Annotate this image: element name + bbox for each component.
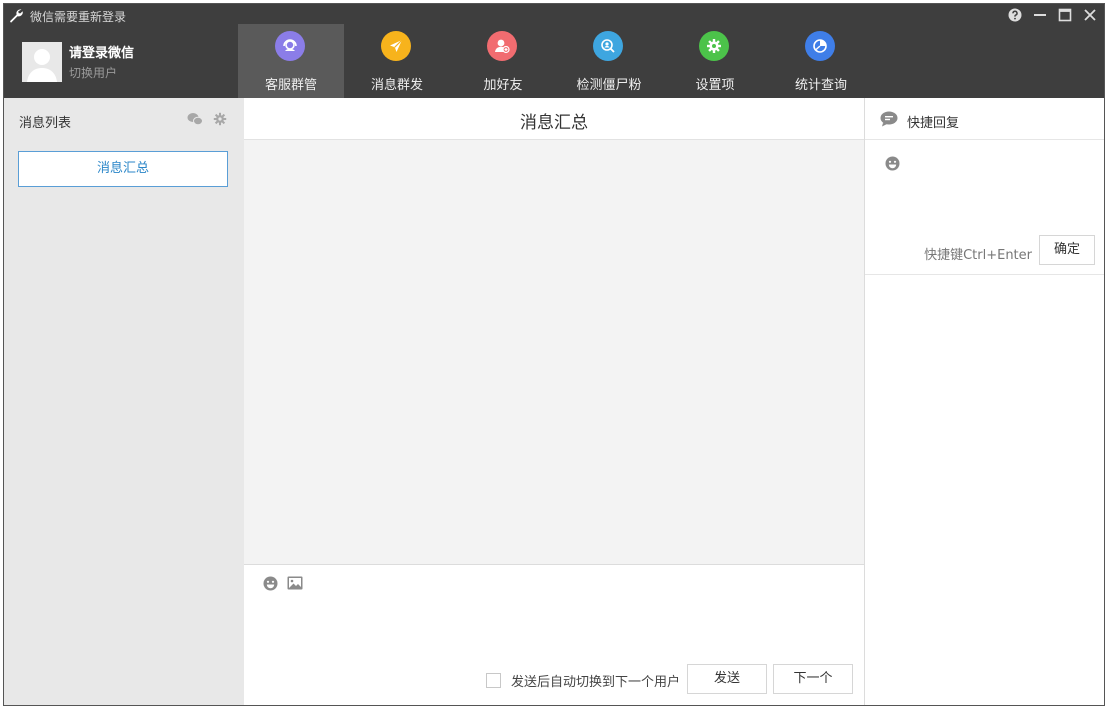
message-history[interactable] bbox=[244, 140, 864, 565]
maximize-icon[interactable] bbox=[1057, 7, 1073, 23]
message-list-title: 消息列表 bbox=[19, 116, 72, 131]
divider bbox=[865, 274, 1104, 275]
default-avatar-icon bbox=[22, 42, 62, 82]
nav-label: 加好友 bbox=[483, 78, 523, 93]
top-bar: 微信需要重新登录 请登录微信 切换用户 客服群管 消息群发 加好友 检测僵尸粉 … bbox=[4, 4, 1104, 98]
quick-reply-title: 快捷回复 bbox=[907, 116, 960, 131]
window-title: 微信需要重新登录 bbox=[30, 10, 127, 24]
nav-label: 统计查询 bbox=[794, 78, 847, 93]
nav-label: 客服群管 bbox=[264, 78, 317, 93]
conversation-header: 消息汇总 bbox=[244, 98, 864, 140]
paper-plane-icon bbox=[381, 31, 411, 61]
app-window: 微信需要重新登录 请登录微信 切换用户 客服群管 消息群发 加好友 检测僵尸粉 … bbox=[3, 3, 1105, 706]
customer-service-icon bbox=[275, 31, 305, 61]
nav-customer-service[interactable]: 客服群管 bbox=[238, 24, 344, 98]
auto-switch-checkbox[interactable] bbox=[486, 673, 501, 688]
conversation-title: 消息汇总 bbox=[520, 113, 588, 133]
switch-user-link[interactable]: 切换用户 bbox=[69, 64, 117, 81]
image-icon[interactable] bbox=[287, 575, 303, 591]
message-summary-button[interactable]: 消息汇总 bbox=[18, 151, 228, 187]
send-button[interactable]: 发送 bbox=[687, 664, 767, 694]
message-list-tools bbox=[187, 111, 228, 127]
gear-icon[interactable] bbox=[212, 111, 228, 127]
confirm-button[interactable]: 确定 bbox=[1039, 235, 1095, 265]
emoji-icon[interactable] bbox=[262, 575, 278, 591]
chat-bubble-icon bbox=[880, 111, 898, 127]
nav-settings[interactable]: 设置项 bbox=[662, 24, 768, 98]
gear-icon bbox=[699, 31, 729, 61]
message-input[interactable] bbox=[258, 599, 850, 659]
conversation-panel: 消息汇总 发送后自动切换到下一个用户 发送 下一个 bbox=[244, 98, 864, 705]
wechat-icon[interactable] bbox=[187, 111, 203, 127]
compose-tools bbox=[262, 575, 303, 591]
compose-area: 发送后自动切换到下一个用户 发送 下一个 bbox=[244, 565, 864, 705]
emoji-icon[interactable] bbox=[885, 156, 901, 172]
main-nav: 客服群管 消息群发 加好友 检测僵尸粉 设置项 统计查询 bbox=[238, 24, 874, 98]
pie-chart-icon bbox=[805, 31, 835, 61]
add-user-icon bbox=[487, 31, 517, 61]
user-name: 请登录微信 bbox=[69, 46, 135, 61]
nav-label: 设置项 bbox=[695, 78, 735, 93]
nav-detect-zombie[interactable]: 检测僵尸粉 bbox=[556, 24, 662, 98]
next-button[interactable]: 下一个 bbox=[773, 664, 853, 694]
quick-reply-panel: 快捷回复 快捷键Ctrl+Enter 确定 bbox=[864, 98, 1104, 705]
message-list-panel: 消息列表 消息汇总 bbox=[4, 98, 244, 705]
nav-add-friend[interactable]: 加好友 bbox=[450, 24, 556, 98]
hotkey-hint: 快捷键Ctrl+Enter bbox=[924, 248, 1032, 263]
nav-label: 检测僵尸粉 bbox=[576, 78, 642, 93]
nav-mass-message[interactable]: 消息群发 bbox=[344, 24, 450, 98]
user-info: 请登录微信 切换用户 bbox=[22, 42, 222, 84]
auto-switch-option[interactable]: 发送后自动切换到下一个用户 bbox=[486, 671, 680, 690]
nav-statistics[interactable]: 统计查询 bbox=[768, 24, 874, 98]
avatar bbox=[22, 42, 62, 82]
auto-switch-label: 发送后自动切换到下一个用户 bbox=[511, 675, 681, 690]
message-list-header: 消息列表 bbox=[4, 98, 244, 142]
quick-reply-header: 快捷回复 bbox=[865, 98, 1104, 140]
wrench-icon bbox=[10, 9, 23, 23]
help-icon[interactable] bbox=[1007, 7, 1023, 23]
window-controls bbox=[1007, 7, 1098, 23]
detect-icon bbox=[593, 31, 623, 61]
minimize-icon[interactable] bbox=[1032, 7, 1048, 23]
nav-label: 消息群发 bbox=[370, 78, 423, 93]
close-icon[interactable] bbox=[1082, 7, 1098, 23]
